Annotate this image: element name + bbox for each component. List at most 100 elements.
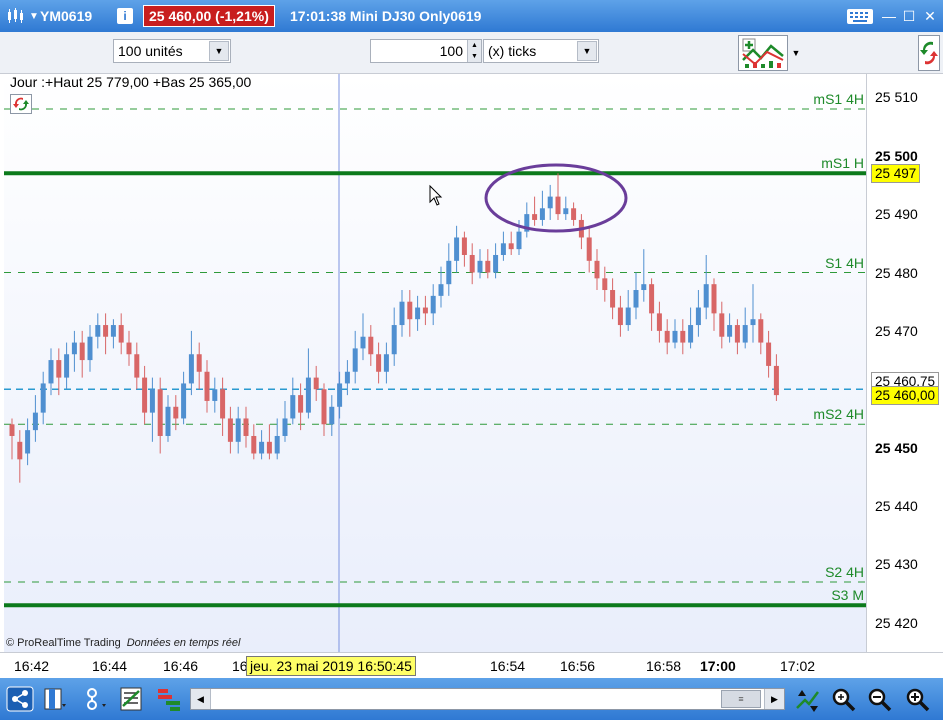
zoom-out-icon[interactable]: [866, 686, 894, 712]
candle: [344, 371, 350, 384]
candle: [532, 214, 538, 220]
candle: [126, 342, 132, 355]
candle: [376, 354, 382, 372]
keyboard-icon[interactable]: [846, 8, 874, 25]
candle: [493, 254, 499, 273]
zoom-in-icon[interactable]: [904, 686, 932, 712]
copyright-text: © ProRealTime Trading: [6, 637, 121, 649]
candle: [469, 254, 475, 273]
scrollbar-thumb[interactable]: ≡: [721, 690, 761, 708]
quantity-select[interactable]: 100 unités ▼: [113, 39, 231, 63]
candle: [758, 319, 764, 343]
candle: [563, 208, 569, 215]
swap-indicator-button[interactable]: [10, 94, 32, 114]
minimize-button[interactable]: —: [880, 7, 898, 25]
candle: [17, 441, 23, 460]
candle: [383, 354, 389, 372]
time-scrollbar[interactable]: ◀ ≡ ▶: [190, 688, 785, 710]
candles: [9, 173, 779, 483]
time-tick-label: 16:44: [92, 658, 128, 674]
candle: [664, 330, 670, 343]
candle: [633, 290, 639, 308]
candle: [688, 325, 694, 343]
candle: [539, 208, 545, 220]
scroll-right-button[interactable]: ▶: [764, 689, 784, 709]
time-axis[interactable]: 16:42 16:44 16:46 16 16:54 16:56 16:58 17:00 17:…: [0, 652, 943, 678]
candle: [594, 260, 600, 279]
copyright-notice: © ProRealTime Trading Données en temps ré…: [6, 637, 240, 649]
candle: [547, 196, 553, 209]
order-toolbar: 100 unités ▼ 100 ▲ ▼ (x) ticks ▼ ▼: [0, 32, 943, 74]
level-label: S2 4H: [825, 563, 864, 580]
candle: [298, 395, 304, 413]
price-change-badge: 25 460,00 (-1,21%): [143, 5, 275, 27]
candle: [212, 389, 218, 401]
price-tag: 25 460,00: [871, 386, 940, 406]
candle: [485, 260, 491, 273]
price-tick-label: 25 430: [875, 556, 918, 573]
candle: [64, 354, 70, 378]
candle: [711, 284, 717, 314]
candle: [259, 441, 265, 454]
candle: [516, 231, 522, 250]
object-list-icon[interactable]: [118, 686, 146, 712]
candle: [438, 284, 444, 296]
candle: [399, 301, 405, 326]
drawing-tools-icon[interactable]: [82, 686, 110, 712]
time-tick-label: 16:58: [646, 658, 682, 674]
candle: [555, 196, 561, 215]
price-tick-label: 25 420: [875, 614, 918, 631]
ticks-unit-select[interactable]: (x) ticks ▼: [483, 39, 599, 63]
candle: [734, 325, 740, 343]
realtime-data-note: Données en temps réel: [126, 637, 241, 649]
auto-scale-icon[interactable]: [794, 686, 822, 712]
candle: [454, 237, 460, 261]
candle: [313, 377, 319, 390]
candle: [407, 301, 413, 320]
symbol-name[interactable]: YM0619: [40, 0, 92, 32]
candle: [56, 360, 62, 378]
cursor-date-label: jeu. 23 mai 2019 16:50:45: [246, 656, 416, 676]
candle: [25, 430, 31, 454]
sync-button[interactable]: [918, 35, 940, 71]
symbol-dropdown-icon[interactable]: ▼: [29, 0, 39, 32]
ticks-input[interactable]: 100 ▲ ▼: [370, 39, 482, 63]
time-tick-label: 16:46: [163, 658, 199, 674]
price-tag: 25 497: [871, 164, 921, 184]
level-label: mS1 4H: [813, 91, 864, 108]
zoom-fit-icon[interactable]: [830, 686, 858, 712]
candle: [103, 325, 109, 337]
scroll-left-button[interactable]: ◀: [191, 689, 211, 709]
candle: [625, 307, 631, 326]
layout-icon[interactable]: [42, 686, 70, 712]
candle: [602, 278, 608, 291]
time-tick-label: 16:54: [490, 658, 526, 674]
chevron-down-icon[interactable]: ▼: [209, 41, 229, 61]
time-tick-label: 17:02: [780, 658, 816, 674]
indicator-dropdown-icon[interactable]: ▼: [788, 35, 804, 71]
time-tick-label: 16:56: [560, 658, 596, 674]
candlestick-chart-icon[interactable]: [6, 8, 24, 24]
ticks-unit-value: (x) ticks: [488, 43, 537, 59]
candle: [204, 371, 210, 401]
price-chart[interactable]: Jour :+Haut 25 779,00 +Bas 25 365,00 mS1…: [4, 74, 866, 652]
candle: [727, 325, 733, 337]
price-tick-label: 25 480: [875, 264, 918, 281]
order-book-icon[interactable]: [156, 686, 184, 712]
ticks-stepper[interactable]: ▲ ▼: [467, 40, 481, 62]
share-icon[interactable]: [6, 686, 34, 712]
candle: [672, 330, 678, 343]
chevron-down-icon[interactable]: ▼: [577, 41, 597, 61]
level-label: S1 4H: [825, 254, 864, 271]
info-icon[interactable]: i: [117, 8, 133, 24]
candlestick-plot[interactable]: [4, 74, 866, 652]
maximize-button[interactable]: ☐: [900, 7, 918, 25]
price-axis[interactable]: 25 510 25 500 25 490 25 480 25 470 25 450 25 4…: [866, 74, 943, 652]
candle: [649, 284, 655, 314]
close-button[interactable]: ✕: [921, 7, 939, 25]
candle: [220, 389, 226, 419]
level-label: mS1 H: [821, 155, 864, 172]
candle: [391, 325, 397, 355]
add-indicator-button[interactable]: [738, 35, 788, 71]
level-label: mS2 4H: [813, 406, 864, 423]
